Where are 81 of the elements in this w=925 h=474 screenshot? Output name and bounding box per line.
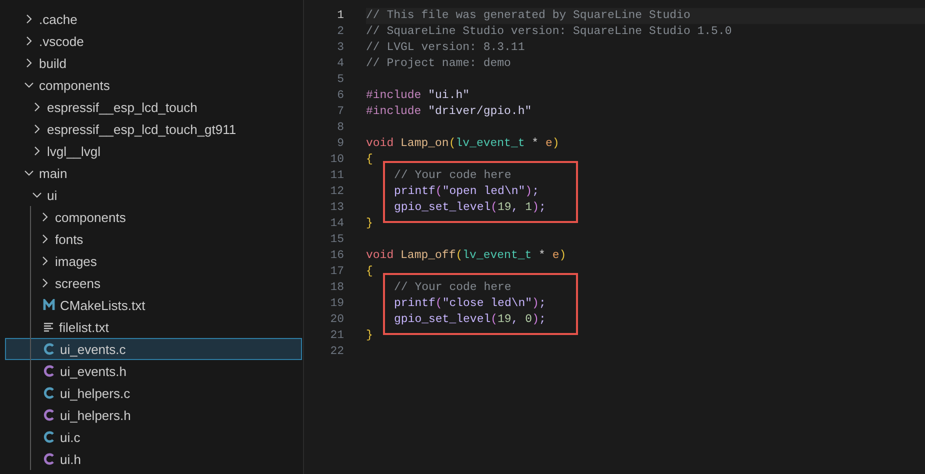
line-number: 18 — [329, 280, 344, 296]
line-number: 11 — [329, 168, 344, 184]
tree-item[interactable]: lvgl__lvgl — [5, 140, 302, 162]
code-line: // Your code here — [394, 168, 512, 184]
tree-item[interactable]: .cache — [5, 8, 302, 30]
line-number: 21 — [329, 328, 344, 344]
code-line: gpio_set_level(19, 0); — [394, 312, 546, 328]
line-number: 3 — [336, 40, 344, 56]
tree-item[interactable]: ui — [5, 184, 302, 206]
line-number: 2 — [336, 24, 344, 40]
tree-item[interactable]: build — [5, 52, 302, 74]
line-number: 20 — [329, 312, 344, 328]
line-number: 5 — [336, 72, 344, 88]
tree-item[interactable]: components — [5, 74, 302, 96]
line-number: 8 — [336, 120, 344, 136]
tree-item[interactable]: .vscode — [5, 30, 302, 52]
line-number: 9 — [336, 136, 344, 152]
chevron-right-icon — [40, 278, 50, 288]
line-number: 15 — [329, 232, 344, 248]
code-line: // SquareLine Studio version: SquareLine Studio 1.5.0 — [366, 24, 732, 40]
line-number: 12 — [329, 184, 344, 200]
line-number: 10 — [329, 152, 344, 168]
tree-item[interactable]: espressif__esp_lcd_touch — [5, 96, 302, 118]
chevron-right-icon — [24, 58, 34, 68]
letter-icon — [43, 343, 55, 355]
code-line: } — [366, 216, 373, 232]
tree-item[interactable]: main — [5, 162, 302, 184]
letter-icon — [43, 365, 55, 377]
code-line: #include "ui.h" — [366, 88, 470, 104]
line-number: 1 — [336, 8, 344, 24]
tree-item[interactable]: components — [5, 206, 302, 228]
code-line: // LVGL version: 8.3.11 — [366, 40, 525, 56]
tree-item[interactable]: ui.h — [5, 448, 302, 470]
line-number: 19 — [329, 296, 344, 312]
chevron-right-icon — [40, 256, 50, 266]
chevron-right-icon — [32, 124, 42, 134]
letter-icon — [43, 299, 55, 311]
line-number: 13 — [329, 200, 344, 216]
tree-item[interactable]: fonts — [5, 228, 302, 250]
tree-item[interactable]: espressif__esp_lcd_touch_gt911 — [5, 118, 302, 140]
chevron-right-icon — [32, 102, 42, 112]
chevron-right-icon — [24, 14, 34, 24]
code-line: } — [366, 328, 373, 344]
tree-item[interactable]: images — [5, 250, 302, 272]
tree-item[interactable]: filelist.txt — [5, 316, 302, 338]
lines-icon — [43, 322, 54, 332]
tree-item[interactable]: ui.c — [5, 426, 302, 448]
tree-item[interactable]: CMakeLists.txt — [5, 294, 302, 316]
line-number: 22 — [329, 344, 344, 360]
chevron-right-icon — [40, 212, 50, 222]
tree-item[interactable]: ui_events.h — [5, 360, 302, 382]
line-number: 4 — [336, 56, 344, 72]
code-line: // Your code here — [394, 280, 512, 296]
tree-item[interactable]: ui_helpers.h — [5, 404, 302, 426]
code-line: void Lamp_on(lv_event_t * e) — [366, 136, 560, 152]
code-line: printf("open led\n"); — [394, 184, 539, 200]
code-line: #include "driver/gpio.h" — [366, 104, 532, 120]
chevron-down-icon — [24, 168, 34, 178]
chevron-down-icon — [32, 190, 42, 200]
chevron-down-icon — [24, 80, 34, 90]
letter-icon — [43, 453, 55, 465]
code-line: { — [366, 264, 373, 280]
chevron-right-icon — [40, 234, 50, 244]
line-number: 14 — [329, 216, 344, 232]
chevron-right-icon — [32, 146, 42, 156]
line-number: 17 — [329, 264, 344, 280]
code-line: // Project name: demo — [366, 56, 511, 72]
code-line: { — [366, 152, 373, 168]
code-line: printf("close led\n"); — [394, 296, 546, 312]
letter-icon — [43, 409, 55, 421]
tree-item[interactable]: screens — [5, 272, 302, 294]
chevron-right-icon — [24, 36, 34, 46]
code-line: gpio_set_level(19, 1); — [394, 200, 546, 216]
code-line: void Lamp_off(lv_event_t * e) — [366, 248, 566, 264]
line-number: 6 — [336, 88, 344, 104]
letter-icon — [43, 387, 55, 399]
line-number: 16 — [329, 248, 344, 264]
line-number: 7 — [336, 104, 344, 120]
tree-item[interactable]: ui_helpers.c — [5, 382, 302, 404]
letter-icon — [43, 431, 55, 443]
tree-item[interactable]: ui_events.c — [5, 338, 302, 360]
